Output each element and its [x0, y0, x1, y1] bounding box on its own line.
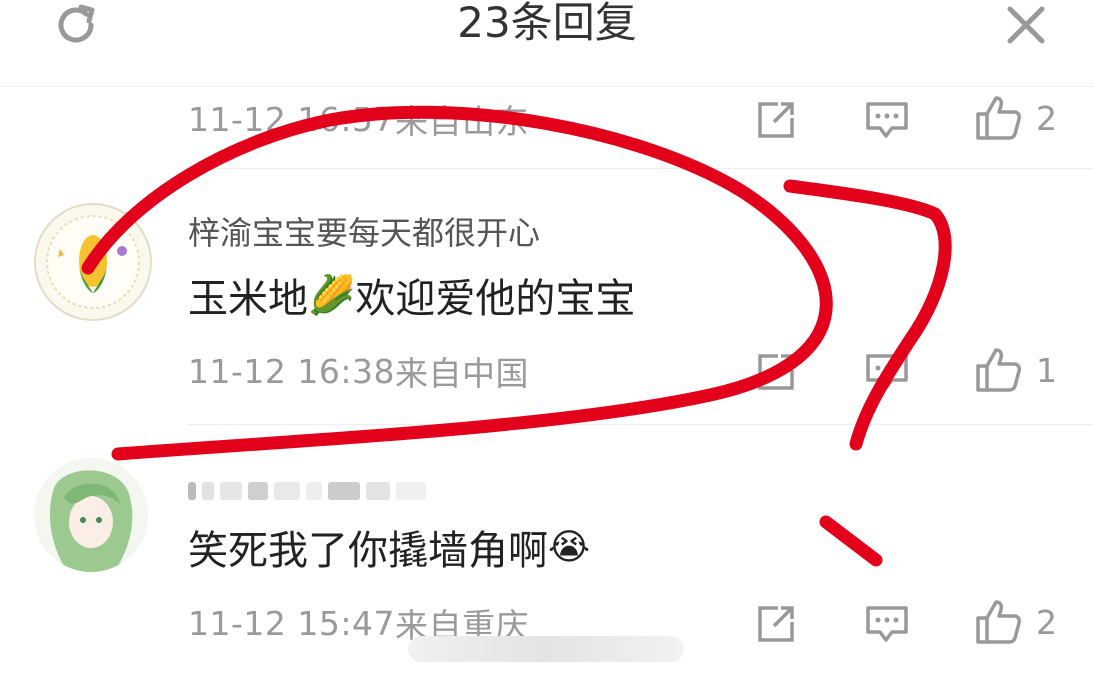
- reply-button[interactable]: [864, 602, 910, 646]
- avatar[interactable]: [34, 458, 148, 572]
- thumbs-up-icon: [976, 348, 1021, 392]
- comment-meta: 11-12 16:57 来自山东: [188, 94, 529, 144]
- like-count: 2: [1036, 98, 1057, 138]
- thumbs-up-icon: [976, 96, 1021, 140]
- close-icon[interactable]: [996, 0, 1056, 50]
- comment-text: 玉米地 🌽 欢迎爱他的宝宝: [188, 266, 635, 324]
- comment-location: 来自山东: [394, 102, 529, 141]
- share-button[interactable]: [754, 350, 798, 394]
- comment-icon: [866, 606, 908, 642]
- divider: [188, 424, 1094, 425]
- thumbs-up-icon: [976, 600, 1021, 644]
- comment-time: 11-12 15:47: [188, 603, 395, 643]
- page-title: 23条回复: [457, 0, 637, 47]
- like-count: 2: [1036, 602, 1057, 642]
- comment-meta: 11-12 16:38 来自中国: [188, 346, 529, 396]
- crying-emoji: 😭: [548, 526, 591, 568]
- comment-time: 11-12 16:38: [188, 351, 395, 391]
- comment-username[interactable]: 梓渝宝宝要每天都很开心: [188, 208, 540, 254]
- share-button[interactable]: [754, 98, 798, 142]
- like-button[interactable]: 1: [974, 346, 1057, 394]
- comment-icon: [866, 354, 908, 390]
- like-button[interactable]: 2: [974, 598, 1057, 646]
- header-bar: 23条回复: [0, 0, 1094, 87]
- like-button[interactable]: 2: [974, 94, 1057, 142]
- like-count: 1: [1036, 350, 1057, 390]
- comment-time: 11-12 16:57: [188, 99, 395, 139]
- comment-text-part: 玉米地: [188, 276, 308, 322]
- share-button[interactable]: [754, 602, 798, 646]
- avatar[interactable]: [34, 203, 152, 321]
- reply-button[interactable]: [864, 98, 910, 142]
- comment-icon: [866, 102, 908, 138]
- share-icon: [758, 102, 794, 138]
- divider: [188, 168, 1094, 169]
- share-icon: [758, 354, 794, 390]
- comment-location: 来自中国: [394, 354, 529, 393]
- share-icon: [758, 606, 794, 642]
- comment-text: 笑死我了你撬墙角啊 😭: [188, 518, 590, 576]
- reply-button[interactable]: [864, 350, 910, 394]
- comment-text-part: 欢迎爱他的宝宝: [355, 276, 636, 322]
- corn-emoji: 🌽: [308, 272, 356, 317]
- watermark: [408, 636, 684, 662]
- username-redacted: [188, 480, 438, 502]
- comment-text-part: 笑死我了你撬墙角啊: [188, 528, 548, 574]
